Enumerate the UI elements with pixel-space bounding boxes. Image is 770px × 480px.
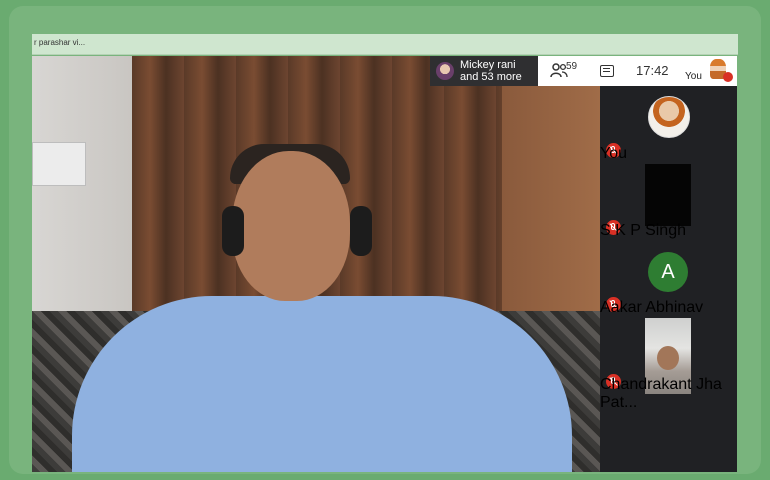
chat-icon[interactable] <box>600 65 614 77</box>
participant-face <box>657 346 679 370</box>
participant-count: 59 <box>566 61 578 72</box>
you-avatar[interactable] <box>648 96 690 138</box>
headphone-left <box>222 206 244 256</box>
video-switchboard <box>32 142 86 186</box>
participant-name-aakar-abhinav: Aakar Abhinav <box>600 299 704 316</box>
participant-sidebar: You S K P Singh A Aakar Abhinav Chandrak… <box>600 86 737 472</box>
presenter-name: Mickey rani <box>460 59 516 71</box>
self-mic-off-icon <box>723 72 733 82</box>
participant-name-you: You <box>600 145 627 162</box>
participant-video-skp-singh[interactable] <box>645 164 691 226</box>
self-label: You <box>685 71 702 82</box>
meeting-topbar: Mickey rani and 53 more 59 17:42 You <box>430 56 737 86</box>
participant-name-skp-singh: S K P Singh <box>600 222 686 239</box>
window-titlebar: r parashar vi... <box>32 34 738 55</box>
window-title: r parashar vi... <box>34 38 86 47</box>
speaker-shirt <box>72 296 572 472</box>
presenter-chip[interactable]: Mickey rani and 53 more <box>430 56 538 86</box>
headphone-right <box>350 206 372 256</box>
participant-avatar-aakar[interactable]: A <box>648 252 688 292</box>
meeting-controls: 59 17:42 You <box>538 56 737 86</box>
speaker-head <box>232 151 350 301</box>
participant-name-chandrakant: Chandrakant Jha Pat... <box>600 376 722 411</box>
presenter-avatar <box>436 62 454 80</box>
main-speaker-video[interactable] <box>32 56 600 472</box>
clock-time: 17:42 <box>636 63 669 78</box>
presenter-others: and 53 more <box>460 71 522 83</box>
